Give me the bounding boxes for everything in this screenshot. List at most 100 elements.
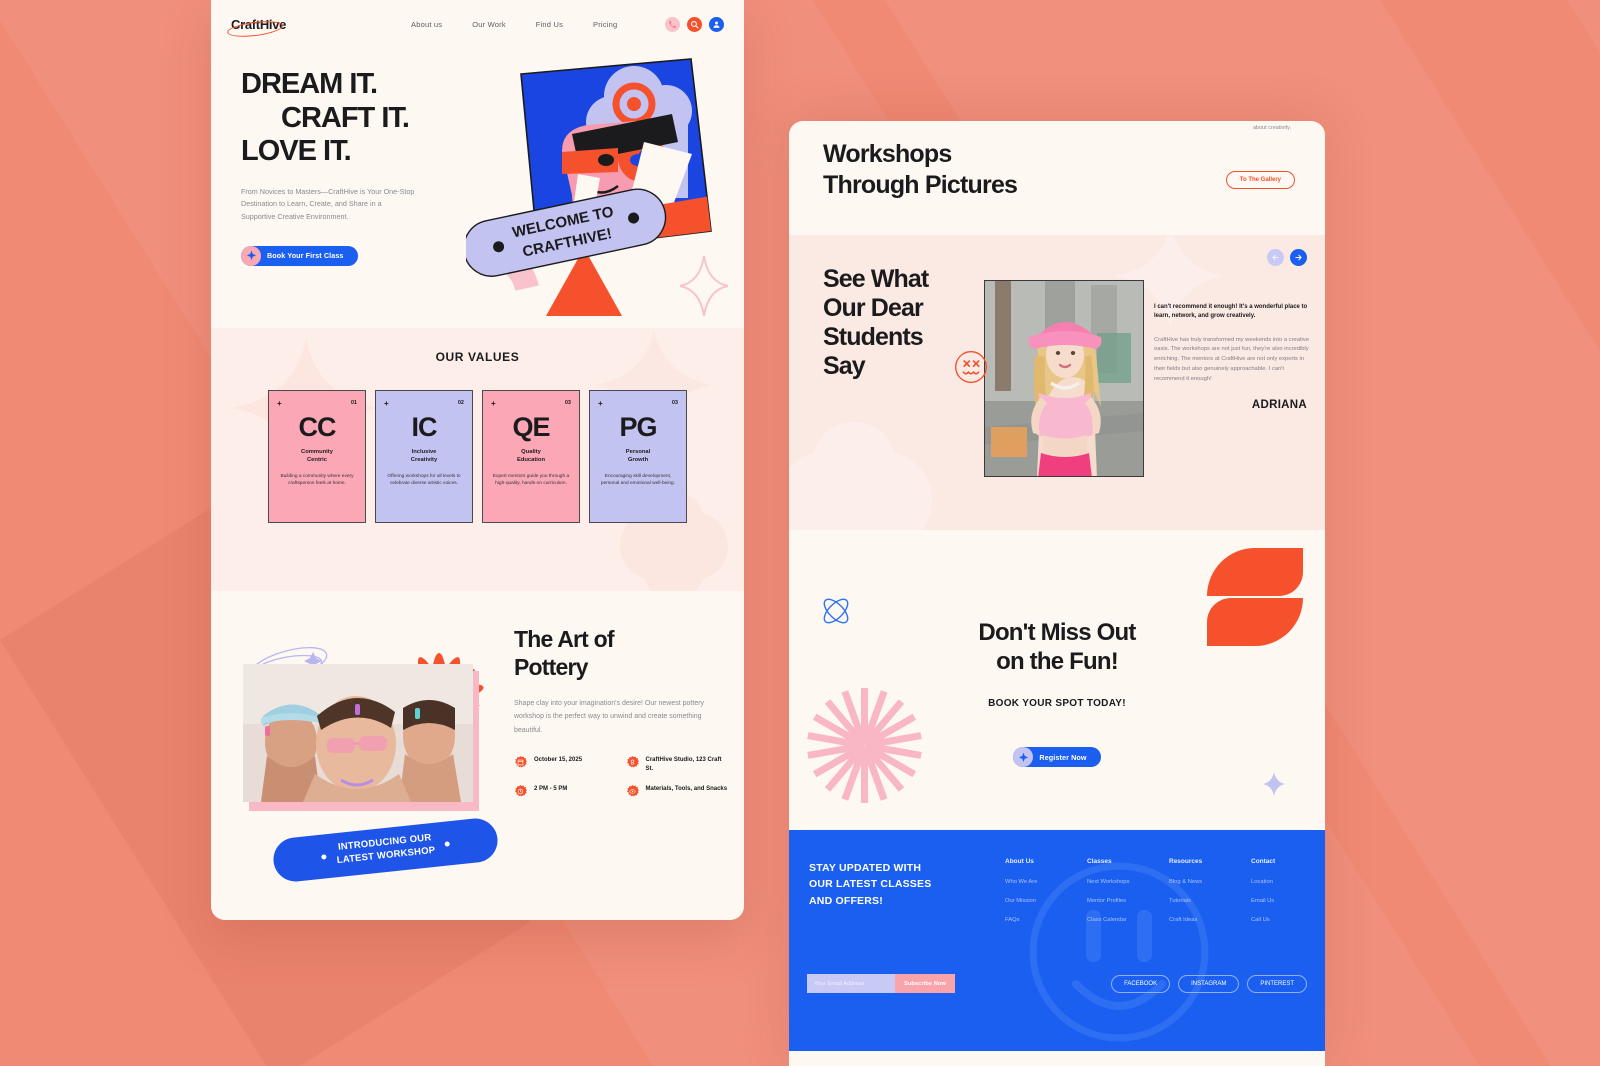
pottery-detail-item: Materials, Tools, and Snacks — [626, 784, 730, 797]
smiley-face-icon — [954, 350, 988, 384]
register-now-label: Register Now — [1039, 752, 1087, 762]
testimonial-photo — [984, 280, 1144, 477]
value-card-abbr: IC — [411, 412, 438, 442]
footer-column-title: Resources — [1169, 858, 1203, 865]
search-icon[interactable] — [687, 16, 702, 32]
nav-link-find-us[interactable]: Find Us — [536, 20, 563, 29]
gallery-header: about creativity. Workshops Through Pictu… — [789, 121, 1325, 235]
phone-icon[interactable] — [665, 16, 680, 32]
pottery-detail-item: October 15, 2025 — [514, 755, 618, 774]
account-icon[interactable] — [709, 16, 724, 32]
value-card-number: 03 — [564, 400, 571, 406]
pottery-copy: The Art of Pottery Shape clay into your i… — [514, 626, 729, 797]
value-card[interactable]: + 02 IC Inclusive Creativity Offering wor… — [375, 390, 473, 523]
sparkle-decoration — [1263, 772, 1285, 796]
footer-link[interactable]: Mentor Profiles — [1087, 898, 1143, 904]
testimonial-quote-block: I can't recommend it enough! It's a wond… — [1154, 303, 1312, 385]
newsletter-form: Subscribe Now — [807, 974, 955, 993]
value-card-abbr: CC — [298, 412, 337, 442]
pottery-detail-materials: Materials, Tools, and Snacks — [645, 786, 728, 793]
footer-column-title: About Us — [1005, 858, 1034, 865]
value-card-number: 01 — [350, 400, 357, 406]
to-the-gallery-button[interactable]: To The Gallery — [1225, 171, 1295, 189]
footer-link[interactable]: Our Mission — [1005, 898, 1061, 904]
value-card-name: Personal Growth — [625, 449, 651, 464]
hero-paragraph: From Novices to Masters—CraftHive is You… — [241, 186, 415, 222]
value-card-name: Quality Education — [516, 449, 546, 464]
values-title: OUR VALUES — [435, 350, 520, 364]
testimonial-author: ADRIANA — [1251, 399, 1307, 411]
gallery-heading: Workshops Through Pictures — [823, 140, 1018, 199]
email-input[interactable] — [807, 974, 895, 993]
footer-link[interactable]: Class Calendar — [1087, 917, 1143, 923]
pottery-paragraph: Shape clay into your imagination's desir… — [514, 700, 705, 734]
ribbon-dot-right — [444, 840, 450, 847]
latest-workshop-ribbon[interactable]: INTRODUCING OUR LATEST WORKSHOP — [271, 816, 500, 884]
cta-section: Don't Miss Out on the Fun! BOOK YOUR SPOT… — [789, 530, 1325, 830]
location-pin-icon — [626, 755, 639, 768]
social-instagram-button[interactable]: INSTAGRAM — [1178, 975, 1240, 993]
ribbon-dot-left — [321, 853, 327, 860]
footer-link[interactable]: Tutorials — [1169, 898, 1225, 904]
cta-subheading: BOOK YOUR SPOT TODAY! — [988, 698, 1126, 709]
calendar-icon — [514, 755, 527, 768]
gallery-panel: about creativity. Workshops Through Pictu… — [789, 121, 1325, 1066]
footer-link[interactable]: Call Us — [1251, 917, 1307, 923]
pottery-media: INTRODUCING OUR LATEST WORKSHOP — [229, 616, 500, 884]
navbar: CraftHive About us Our Work Find Us Pric… — [211, 0, 744, 48]
hero-section: DREAM IT. CRAFT IT. LOVE IT. From Novice… — [211, 48, 744, 328]
value-card[interactable]: + 01 CC Community Centric Building a comm… — [268, 390, 366, 523]
pottery-detail-date: October 15, 2025 — [534, 757, 583, 764]
social-facebook-button[interactable]: FACEBOOK — [1111, 975, 1171, 993]
nav-link-our-work[interactable]: Our Work — [472, 20, 506, 29]
footer-link[interactable]: Who We Are — [1005, 879, 1061, 885]
footer-column-title: Contact — [1251, 858, 1276, 865]
clock-icon — [514, 784, 527, 797]
carousel-next-button[interactable] — [1290, 249, 1307, 266]
book-first-class-button[interactable]: Book Your First Class — [241, 245, 358, 266]
footer-column-classes: Classes Next Workshops Mentor Profiles C… — [1087, 858, 1143, 936]
testimonial-body: CraftHive has truly transformed my weeke… — [1154, 336, 1309, 382]
footer-column-title: Classes — [1087, 858, 1112, 865]
nav-link-about-us[interactable]: About us — [411, 20, 442, 29]
pottery-detail-location: CraftHive Studio, 123 Craft St. — [645, 757, 722, 773]
footer-link[interactable]: Location — [1251, 879, 1307, 885]
plus-icon: + — [277, 399, 282, 408]
testimonial-lead: I can't recommend it enough! It's a wond… — [1154, 304, 1308, 320]
subscribe-button[interactable]: Subscribe Now — [895, 974, 955, 993]
supplies-icon — [626, 784, 639, 797]
footer-link[interactable]: Email Us — [1251, 898, 1307, 904]
carousel-prev-button[interactable] — [1267, 249, 1284, 266]
social-links: FACEBOOK INSTAGRAM PINTEREST — [1111, 975, 1307, 993]
book-first-class-label: Book Your First Class — [267, 251, 344, 261]
register-now-button[interactable]: Register Now — [1013, 747, 1101, 767]
value-card[interactable]: + 03 QE Quality Education Expert mentors … — [482, 390, 580, 523]
testimonials-section: See What Our Dear Students Say I can't r… — [789, 235, 1325, 530]
footer-link[interactable]: Craft Ideas — [1169, 917, 1225, 923]
pottery-heading: The Art of Pottery — [514, 626, 615, 680]
nav-link-pricing[interactable]: Pricing — [593, 20, 617, 29]
pottery-detail-grid: October 15, 2025 CraftHive Studio, 123 C… — [514, 755, 729, 797]
pottery-section: INTRODUCING OUR LATEST WORKSHOP The Art … — [211, 591, 744, 920]
nav-icon-group — [665, 16, 724, 32]
plus-icon: + — [491, 399, 496, 408]
footer-link[interactable]: FAQs — [1005, 917, 1061, 923]
value-card-abbr: QE — [512, 412, 550, 442]
value-card-number: 03 — [671, 400, 678, 406]
testimonial-carousel-controls — [1267, 249, 1307, 266]
value-card[interactable]: + 03 PG Personal Growth Encouraging skill… — [589, 390, 687, 523]
logo[interactable]: CraftHive — [226, 17, 351, 39]
sparkle-icon — [241, 245, 261, 266]
homepage-panel: CraftHive About us Our Work Find Us Pric… — [211, 0, 744, 920]
hero-illustration: WELCOME TO CRAFTHIVE! — [463, 56, 736, 321]
footer-column-contact: Contact Location Email Us Call Us — [1251, 858, 1307, 936]
sparkle-icon — [1013, 747, 1034, 767]
value-card-desc: Building a community where every craftsp… — [280, 473, 354, 487]
values-card-list: + 01 CC Community Centric Building a comm… — [211, 390, 744, 523]
value-card-abbr: PG — [619, 412, 657, 442]
values-section: OUR VALUES + 01 CC Community Centric Buil… — [211, 328, 744, 591]
social-pinterest-button[interactable]: PINTEREST — [1247, 975, 1307, 993]
footer-link[interactable]: Next Workshops — [1087, 879, 1143, 885]
footer-link[interactable]: Blog & News — [1169, 879, 1225, 885]
cta-heading: Don't Miss Out on the Fun! — [978, 619, 1136, 676]
